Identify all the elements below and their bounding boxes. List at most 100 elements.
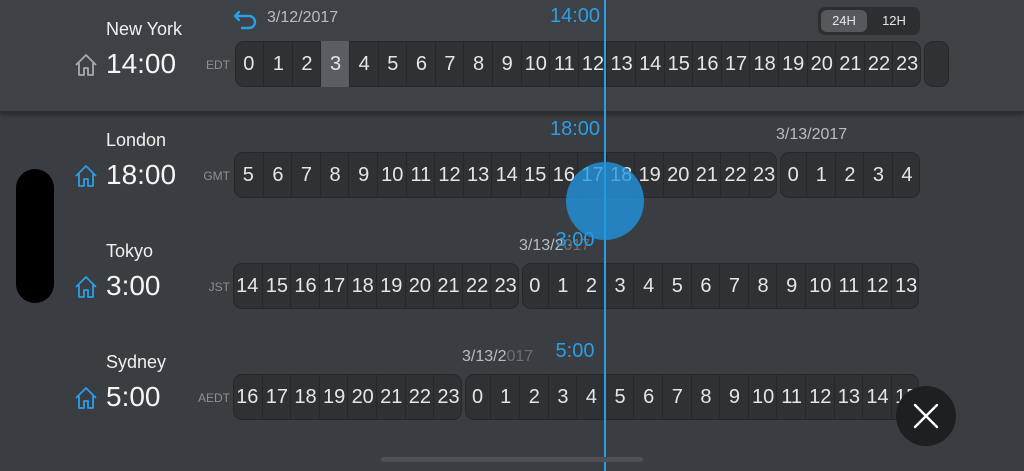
hour-cell[interactable]: 12	[862, 263, 892, 309]
hour-cell[interactable]: 11	[405, 152, 436, 198]
hour-cell[interactable]: 2	[519, 374, 549, 420]
hour-cell[interactable]: 22	[720, 152, 750, 198]
hour-cell[interactable]: 17	[318, 263, 349, 309]
hour-cell[interactable]: 5	[377, 41, 408, 87]
hour-cell[interactable]: 8	[463, 41, 493, 87]
hour-cell[interactable]: 14	[862, 374, 892, 420]
hour-cell[interactable]: 7	[291, 152, 321, 198]
hour-cell[interactable]: 23	[490, 263, 520, 309]
drag-handle[interactable]	[566, 162, 644, 240]
hour-cell[interactable]: 20	[806, 41, 837, 87]
hour-cell[interactable]: 21	[691, 152, 722, 198]
city-name[interactable]: London	[106, 130, 166, 151]
hour-cell[interactable]: 1	[547, 263, 578, 309]
hour-cell[interactable]: 4	[633, 263, 663, 309]
hour-cell[interactable]: 13	[890, 263, 921, 309]
hour-strip[interactable]: 16171819202122230123456789101112131415	[0, 374, 1024, 420]
hour-cell[interactable]: 20	[404, 263, 435, 309]
hour-cell[interactable]: 19	[777, 41, 808, 87]
hour-cell[interactable]: 8	[747, 263, 778, 309]
hour-cell[interactable]: 4	[891, 152, 921, 198]
hour-cell[interactable]: 7	[662, 374, 692, 420]
hour-cell[interactable]: 12	[805, 374, 835, 420]
hour-cell[interactable]: 18	[290, 374, 320, 420]
hour-cell[interactable]: 10	[520, 41, 551, 87]
hour-cell[interactable]: 23	[433, 374, 463, 420]
hour-cell[interactable]: 8	[319, 152, 350, 198]
hour-cell[interactable]: 20	[663, 152, 693, 198]
hour-cell[interactable]: 18	[347, 263, 377, 309]
hour-cell[interactable]: 7	[719, 263, 749, 309]
hour-cell[interactable]: 14	[491, 152, 521, 198]
hour-cell[interactable]: 5	[234, 152, 263, 198]
close-button[interactable]	[896, 386, 956, 446]
hour-cell[interactable]: 10	[805, 263, 835, 309]
hour-strip[interactable]: 14 15 16 17 18 19 20 21 22 23 0 1 2 3 4 5 6 7 8 9 10 11 12 13	[0, 263, 1024, 309]
hour-cell[interactable]: 9	[719, 374, 749, 420]
hour-cell[interactable]: 9	[491, 41, 522, 87]
hour-cell[interactable]: 3	[547, 374, 578, 420]
hour-cell[interactable]: 11	[833, 263, 864, 309]
hour-cell[interactable]: 11	[776, 374, 806, 420]
hour-cell[interactable]: 12	[434, 152, 464, 198]
hour-cell[interactable]: 0	[465, 374, 491, 420]
city-name[interactable]: Tokyo	[106, 241, 153, 262]
city-name[interactable]: Sydney	[106, 352, 166, 373]
hour-cell[interactable]: 6	[262, 152, 293, 198]
hour-cell[interactable]: 16	[233, 374, 262, 420]
hour-cell[interactable]: 23	[748, 152, 779, 198]
hour-strip[interactable]: 56789101112131415161718192021222301234	[0, 152, 1024, 198]
hour-cell[interactable]: 15	[261, 263, 292, 309]
hour-cell[interactable]: 21	[835, 41, 865, 87]
hour-cell[interactable]: 17	[261, 374, 292, 420]
hour-cell[interactable]: 14	[233, 263, 262, 309]
hour-cell[interactable]: 0	[235, 41, 264, 87]
hour-cell[interactable]: 7	[434, 41, 465, 87]
hour-cell[interactable]: 16	[692, 41, 722, 87]
hour-cell[interactable]: 4	[348, 41, 379, 87]
hour-cell[interactable]: 20	[347, 374, 377, 420]
hour-cell[interactable]: 3	[604, 263, 635, 309]
hour-cell[interactable]: 9	[348, 152, 378, 198]
hour-cell[interactable]: 12	[577, 41, 608, 87]
hour-cell[interactable]: 3	[320, 41, 350, 87]
hour-cell[interactable]: 8	[690, 374, 721, 420]
hour-cell[interactable]: 13	[462, 152, 493, 198]
hour-cell[interactable]: 17	[720, 41, 751, 87]
hour-cell[interactable]: 21	[433, 263, 463, 309]
hour-cell[interactable]: 14	[634, 41, 665, 87]
hour-cell[interactable]: 22	[404, 374, 435, 420]
hour-strip[interactable]: 012345678910111213141516171819202122230	[0, 41, 1024, 87]
hour-cell[interactable]: 10	[747, 374, 778, 420]
hour-cell[interactable]: 5	[604, 374, 635, 420]
hour-cell[interactable]: 1	[490, 374, 520, 420]
city-name[interactable]: New York	[106, 19, 182, 40]
hour-cell[interactable]: 22	[461, 263, 492, 309]
hour-cell[interactable]: 18	[749, 41, 779, 87]
hour-cell[interactable]: 19	[376, 263, 406, 309]
hour-cell[interactable]: 13	[606, 41, 636, 87]
hour-cell[interactable]: 11	[549, 41, 579, 87]
hour-cell[interactable]: 15	[663, 41, 694, 87]
hour-cell[interactable]: 2	[834, 152, 865, 198]
hour-cell[interactable]: 1	[806, 152, 836, 198]
hour-cell[interactable]: 22	[863, 41, 894, 87]
hour-cell[interactable]: 2	[291, 41, 322, 87]
hour-cell[interactable]: 6	[633, 374, 663, 420]
hour-cell[interactable]: 16	[290, 263, 320, 309]
hour-cell[interactable]: 15	[520, 152, 550, 198]
hour-cell[interactable]: 4	[576, 374, 606, 420]
hour-cell[interactable]: 1	[263, 41, 293, 87]
hour-cell[interactable]: 5	[662, 263, 692, 309]
hour-cell[interactable]: 0	[780, 152, 806, 198]
hour-cell[interactable]: 10	[377, 152, 407, 198]
hour-cell[interactable]: 21	[376, 374, 406, 420]
hour-cell[interactable]: 0	[522, 263, 548, 309]
hour-cell[interactable]: 6	[406, 41, 436, 87]
hour-cell[interactable]: 23	[892, 41, 921, 87]
hour-cell[interactable]: 2	[576, 263, 606, 309]
hour-cell[interactable]: 9	[776, 263, 806, 309]
hour-cell[interactable]: 3	[863, 152, 893, 198]
side-panel-handle[interactable]	[16, 169, 54, 303]
hour-cell[interactable]: 13	[833, 374, 864, 420]
